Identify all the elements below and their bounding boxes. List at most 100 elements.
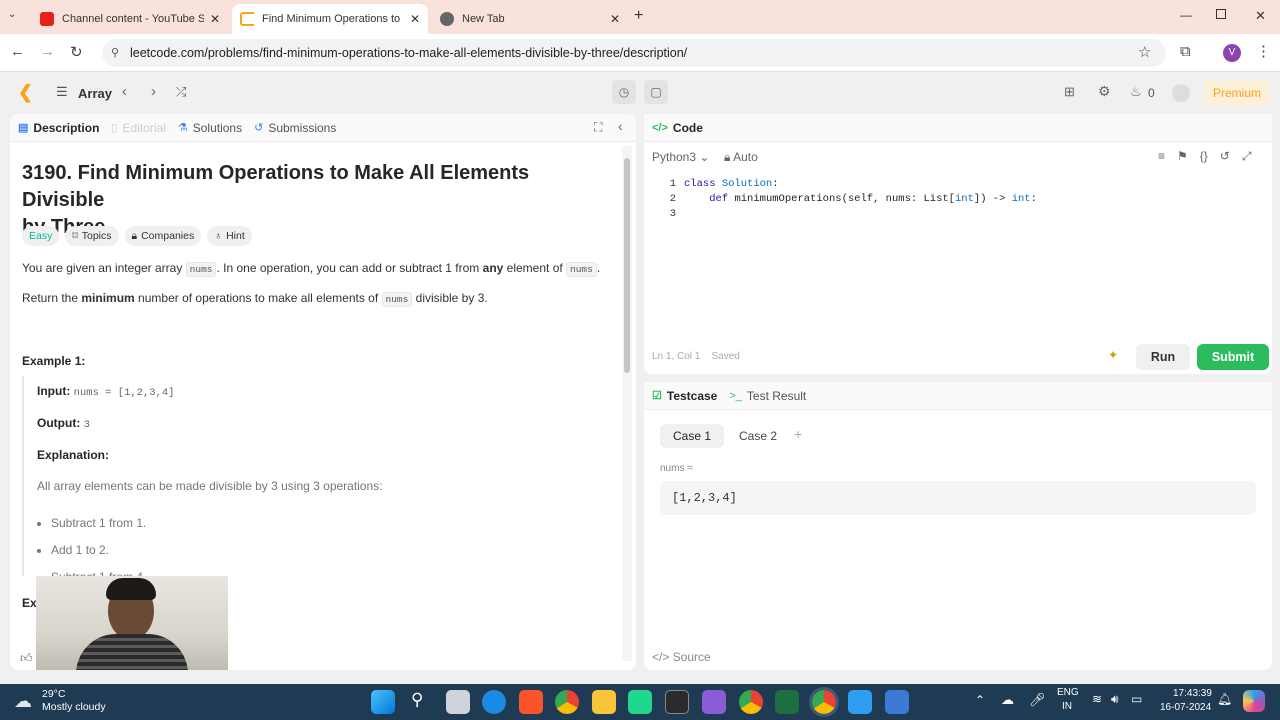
submit-button[interactable]: Submit [1197, 344, 1269, 370]
profile-avatar[interactable]: V [1223, 44, 1241, 62]
run-assist-icon[interactable]: ✦ [1108, 348, 1118, 362]
clock-date[interactable]: 16-07-2024 [1160, 702, 1211, 713]
chrome-profile-icon[interactable] [739, 690, 763, 714]
notification-bell-icon[interactable]: 🔔︎ [1217, 692, 1232, 706]
param-input[interactable]: [1,2,3,4] [660, 481, 1256, 515]
tab-test-result[interactable]: >_ Test Result [729, 389, 806, 403]
inline-code: nums [381, 292, 413, 307]
app-window-icon[interactable] [885, 690, 909, 714]
source-link[interactable]: </> Source [652, 650, 711, 664]
tab-solutions[interactable]: ⚗ Solutions [178, 121, 242, 135]
companies-chip[interactable]: 🔒︎ Companies [124, 226, 202, 246]
scrollbar-track[interactable] [622, 146, 632, 661]
extensions-icon[interactable]: ⧉ [1180, 43, 1191, 60]
explanation-label: Explanation: [37, 448, 110, 462]
maximize-button[interactable] [1216, 9, 1226, 19]
notes-icon[interactable]: ▢ [644, 80, 668, 104]
case-1-tab[interactable]: Case 1 [660, 424, 725, 448]
topics-chip[interactable]: ⌑ Topics [65, 226, 119, 246]
format-icon[interactable]: ≡ [1158, 149, 1165, 164]
url-field[interactable]: ⚲ leetcode.com/problems/find-minimum-ope… [102, 39, 1166, 67]
edge-icon[interactable] [482, 690, 506, 714]
chevron-up-icon[interactable]: ⌃ [975, 693, 985, 707]
minimize-button[interactable]: — [1180, 8, 1192, 22]
reload-icon[interactable]: ↻ [70, 43, 83, 61]
pycharm-icon[interactable] [628, 690, 652, 714]
code-editor[interactable]: 1 class Solution: 2 def minimumOperations… [652, 177, 1264, 222]
close-icon[interactable]: ✕ [410, 12, 420, 26]
problem-list-icon[interactable]: ☰ [56, 84, 68, 100]
code-icon: </> [652, 121, 668, 134]
problem-list-label[interactable]: Array [78, 86, 112, 101]
braces-icon[interactable]: {} [1200, 149, 1208, 164]
onedrive-cloud-icon[interactable]: ☁ [1001, 692, 1014, 708]
tab-editorial[interactable]: ▯ Editorial [111, 121, 165, 135]
shuffle-icon[interactable]: ⤮ [176, 84, 186, 100]
fullscreen-icon[interactable]: ⛶ [594, 120, 602, 135]
tab-description[interactable]: ▤ Description [18, 121, 99, 135]
close-icon[interactable]: ✕ [610, 12, 620, 26]
copilot-icon[interactable] [1243, 690, 1265, 712]
window-close-button[interactable]: ✕ [1255, 8, 1266, 24]
task-view-icon[interactable] [446, 690, 470, 714]
weather-cloud-icon[interactable]: ☁ [14, 691, 32, 712]
language-select[interactable]: Python3 ⌄ [652, 150, 709, 164]
user-avatar[interactable] [1172, 84, 1190, 102]
file-explorer-icon[interactable] [592, 690, 616, 714]
case-2-tab[interactable]: Case 2 [728, 424, 788, 448]
clock-time[interactable]: 17:43:39 [1173, 688, 1212, 699]
tab-search-icon[interactable]: ⌄ [8, 9, 16, 20]
leetcode-logo-icon[interactable]: ❮ [18, 82, 33, 103]
close-icon[interactable]: ✕ [210, 12, 220, 26]
auto-mode-toggle[interactable]: 🔒︎ Auto [724, 150, 758, 165]
chrome-icon[interactable] [555, 690, 579, 714]
hint-chip[interactable]: ♁ Hint [207, 226, 252, 246]
thumbs-up-icon[interactable]: 👍︎ [20, 651, 33, 666]
weather-temp[interactable]: 29°C [42, 688, 65, 700]
microphone-icon[interactable]: 🎤︎ [1029, 692, 1046, 708]
chrome-active-icon[interactable] [809, 687, 839, 717]
tab-leetcode[interactable]: Find Minimum Operations to M ✕ [232, 4, 428, 34]
streak-fire-icon[interactable]: ♨ [1130, 84, 1142, 100]
excel-icon[interactable] [775, 690, 799, 714]
media-app-icon[interactable] [702, 690, 726, 714]
tab-submissions[interactable]: ↺ Submissions [254, 121, 336, 135]
site-info-icon[interactable]: ⚲ [111, 39, 119, 67]
reset-icon[interactable]: ↺ [1220, 149, 1230, 164]
tab-title: Channel content - YouTube Stu [62, 13, 204, 25]
expand-icon[interactable]: ⤢ [1242, 149, 1252, 164]
timer-icon[interactable]: ◷ [612, 80, 636, 104]
param-label: nums = [660, 463, 694, 474]
notepad-icon[interactable] [848, 690, 872, 714]
bookmark-star-icon[interactable]: ☆ [1138, 43, 1151, 61]
volume-icon[interactable]: 🔊︎ [1111, 692, 1119, 707]
new-tab-button[interactable]: + [634, 7, 643, 25]
windows-start-icon[interactable] [371, 690, 395, 714]
region-code[interactable]: IN [1062, 701, 1072, 712]
tab-label: Code [672, 120, 703, 135]
battery-icon[interactable]: ▭ [1131, 692, 1142, 706]
premium-button[interactable]: Premium [1204, 80, 1271, 106]
layout-grid-icon[interactable]: ⊞ [1064, 84, 1075, 100]
collapse-icon[interactable]: ‹ [618, 118, 623, 134]
next-problem-icon[interactable]: › [151, 83, 156, 100]
weather-desc[interactable]: Mostly cloudy [42, 701, 106, 713]
search-icon[interactable]: ⚲ [411, 690, 423, 710]
add-case-icon[interactable]: + [794, 426, 802, 442]
tab-code[interactable]: </> Code [652, 121, 703, 135]
wifi-icon[interactable]: ≋ [1092, 692, 1102, 706]
tab-new-tab[interactable]: New Tab ✕ [432, 4, 628, 34]
prev-problem-icon[interactable]: ‹ [122, 83, 127, 100]
tab-testcase[interactable]: ☑ Testcase [652, 389, 717, 403]
back-icon[interactable]: ← [10, 43, 25, 60]
bookmark-icon[interactable]: ⚑ [1177, 149, 1188, 164]
language-code[interactable]: ENG [1057, 687, 1079, 698]
run-button[interactable]: Run [1136, 344, 1190, 370]
tab-youtube-studio[interactable]: Channel content - YouTube Stu ✕ [32, 4, 228, 34]
brave-icon[interactable] [519, 690, 543, 714]
scrollbar-thumb[interactable] [624, 158, 630, 373]
terminal-icon[interactable] [665, 690, 689, 714]
forward-icon[interactable]: → [40, 43, 55, 60]
settings-gear-icon[interactable]: ⚙ [1098, 83, 1111, 100]
menu-kebab-icon[interactable]: ⋮ [1256, 42, 1271, 60]
